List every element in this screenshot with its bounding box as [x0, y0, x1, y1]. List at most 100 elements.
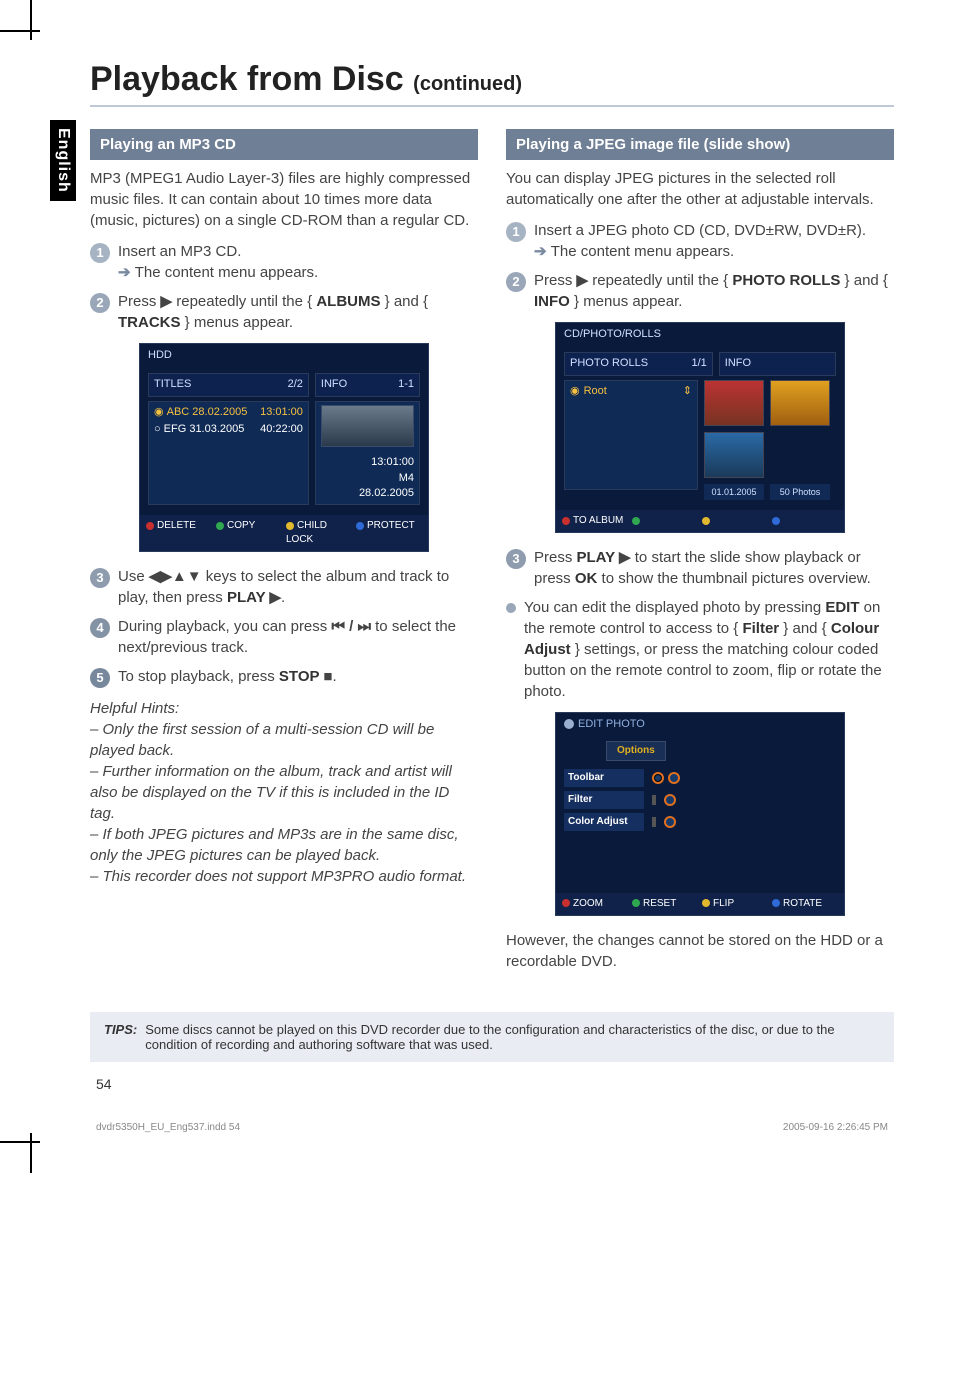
tips-body: Some discs cannot be played on this DVD … — [145, 1022, 880, 1052]
rstep-2: 2 Press ▶ repeatedly until the { PHOTO R… — [506, 270, 894, 312]
photo-count: 50 Photos — [770, 484, 830, 501]
knob-icon — [668, 772, 680, 784]
play-dot-icon: ◉ — [154, 405, 164, 420]
color-adjust-label: Color Adjust — [564, 813, 644, 831]
titles-label: TITLES — [154, 377, 191, 392]
step1-result: The content menu appears. — [135, 264, 318, 281]
knob-icon — [664, 794, 676, 806]
play-bold: PLAY — [227, 589, 270, 606]
page-number: 54 — [96, 1076, 894, 1092]
crop-mark — [30, 0, 32, 40]
title-main: Playback from Disc — [90, 60, 413, 98]
pr-info-label: INFO — [725, 357, 751, 369]
green-dot-icon — [632, 899, 640, 907]
blue-dot-icon — [356, 522, 364, 530]
folder-icon: ◉ — [570, 384, 580, 399]
hint1: – Only the first session of a multi-sess… — [90, 719, 478, 761]
arrow-icon: ➔ — [118, 264, 135, 281]
rstep1-result: The content menu appears. — [551, 243, 734, 260]
red-dot-icon — [562, 899, 570, 907]
connector-icon — [652, 795, 656, 805]
pr-count: 1/1 — [691, 356, 706, 371]
section-header-jpeg: Playing a JPEG image file (slide show) — [506, 129, 894, 160]
titles-count: 2/2 — [288, 377, 303, 392]
crop-mark — [0, 1141, 40, 1143]
photorolls-label: PHOTO ROLLS — [732, 272, 840, 289]
rstep3-e: to show the thumbnail pictures overview. — [597, 570, 870, 587]
jpeg-intro: You can display JPEG pictures in the sel… — [506, 168, 894, 210]
left-column: Playing an MP3 CD MP3 (MPEG1 Audio Layer… — [90, 123, 478, 982]
step5-c: . — [332, 668, 336, 685]
play-bold: PLAY — [577, 549, 620, 566]
rbullet: You can edit the displayed photo by pres… — [506, 597, 894, 702]
row1-time: 13:01:00 — [260, 405, 303, 420]
preview-thumb — [321, 405, 414, 447]
knob-icon — [664, 816, 676, 828]
info-page: 1-1 — [398, 377, 414, 392]
bul-e: } and { — [779, 620, 831, 637]
toolbar-label: Toolbar — [564, 769, 644, 787]
nav-keys-icon: ◀▶▲▼ — [149, 568, 202, 585]
row1-name: ABC 28.02.2005 — [167, 405, 248, 420]
step2-a: Press — [118, 293, 161, 310]
info-label: INFO — [534, 293, 570, 310]
info-date: 28.02.2005 — [321, 486, 414, 501]
step-badge-2: 2 — [506, 272, 526, 292]
hint2: – Further information on the album, trac… — [90, 761, 478, 824]
root-label: Root — [584, 384, 607, 399]
title-rule — [90, 105, 894, 107]
foot-zoom: ZOOM — [573, 898, 603, 909]
right-column: Playing a JPEG image file (slide show) Y… — [506, 123, 894, 982]
yellow-dot-icon — [702, 899, 710, 907]
edit-bold: EDIT — [825, 599, 859, 616]
bul-g: } settings, or press the matching colour… — [524, 641, 882, 700]
play-icon: ▶ — [619, 549, 631, 566]
step1-text: Insert an MP3 CD. — [118, 243, 241, 260]
info-channel: M4 — [321, 471, 414, 486]
rstep3-a: Press — [534, 549, 577, 566]
footer-time: 2005-09-16 2:26:45 PM — [783, 1122, 888, 1133]
bullet-icon — [506, 603, 516, 613]
step-badge-4: 4 — [90, 618, 110, 638]
play-icon: ▶ — [161, 293, 173, 310]
ss-footer: DELETE COPY CHILD LOCK PROTECT — [140, 515, 428, 551]
edit-screenshot: EDIT PHOTO Options Toolbar Filter Color … — [555, 712, 845, 915]
hint3: – If both JPEG pictures and MP3s are in … — [90, 824, 478, 866]
foot-flip: FLIP — [713, 898, 734, 909]
footer-meta: dvdr5350H_EU_Eng537.indd 54 2005-09-16 2… — [90, 1122, 894, 1133]
play-icon: ▶ — [269, 589, 281, 606]
tips-label: TIPS: — [104, 1022, 137, 1052]
scroll-icon: ⇕ — [683, 384, 692, 399]
rstep1-text: Insert a JPEG photo CD (CD, DVD±RW, DVD±… — [534, 222, 866, 239]
photo-thumb-3 — [704, 432, 764, 478]
step3-a: Use — [118, 568, 149, 585]
green-dot-icon — [632, 517, 640, 525]
hints-block: Helpful Hints: – Only the first session … — [90, 698, 478, 887]
title-continued: (continued) — [413, 73, 522, 95]
mp3-intro: MP3 (MPEG1 Audio Layer-3) files are high… — [90, 168, 478, 231]
hdd-screenshot: HDD TITLES 2/2 INFO 1-1 — [139, 343, 429, 552]
step5-a: To stop playback, press — [118, 668, 279, 685]
ok-bold: OK — [575, 570, 598, 587]
rstep2-a: Press — [534, 272, 577, 289]
blue-dot-icon — [772, 899, 780, 907]
step-4: 4 During playback, you can press ⏮ / ⏭ t… — [90, 616, 478, 658]
filter-bold: Filter — [742, 620, 779, 637]
tracks-label: TRACKS — [118, 314, 181, 331]
foot-toalbum: TO ALBUM — [573, 515, 623, 526]
disc-icon — [564, 719, 574, 729]
foot-rotate: ROTATE — [783, 898, 822, 909]
rstep2-d: } and { — [840, 272, 888, 289]
foot-reset: RESET — [643, 898, 676, 909]
language-tab: English — [50, 120, 76, 201]
step2-d: } and { — [381, 293, 429, 310]
foot-protect: PROTECT — [367, 520, 415, 531]
photo-thumb-1 — [704, 380, 764, 426]
ss2-footer: TO ALBUM — [556, 510, 844, 532]
photo-thumb-2 — [770, 380, 830, 426]
step-5: 5 To stop playback, press STOP ■. — [90, 666, 478, 688]
knob-icon — [652, 772, 664, 784]
row2-time: 40:22:00 — [260, 422, 303, 437]
step-badge-3: 3 — [506, 549, 526, 569]
ss2-top: CD/PHOTO/ROLLS — [556, 323, 844, 346]
